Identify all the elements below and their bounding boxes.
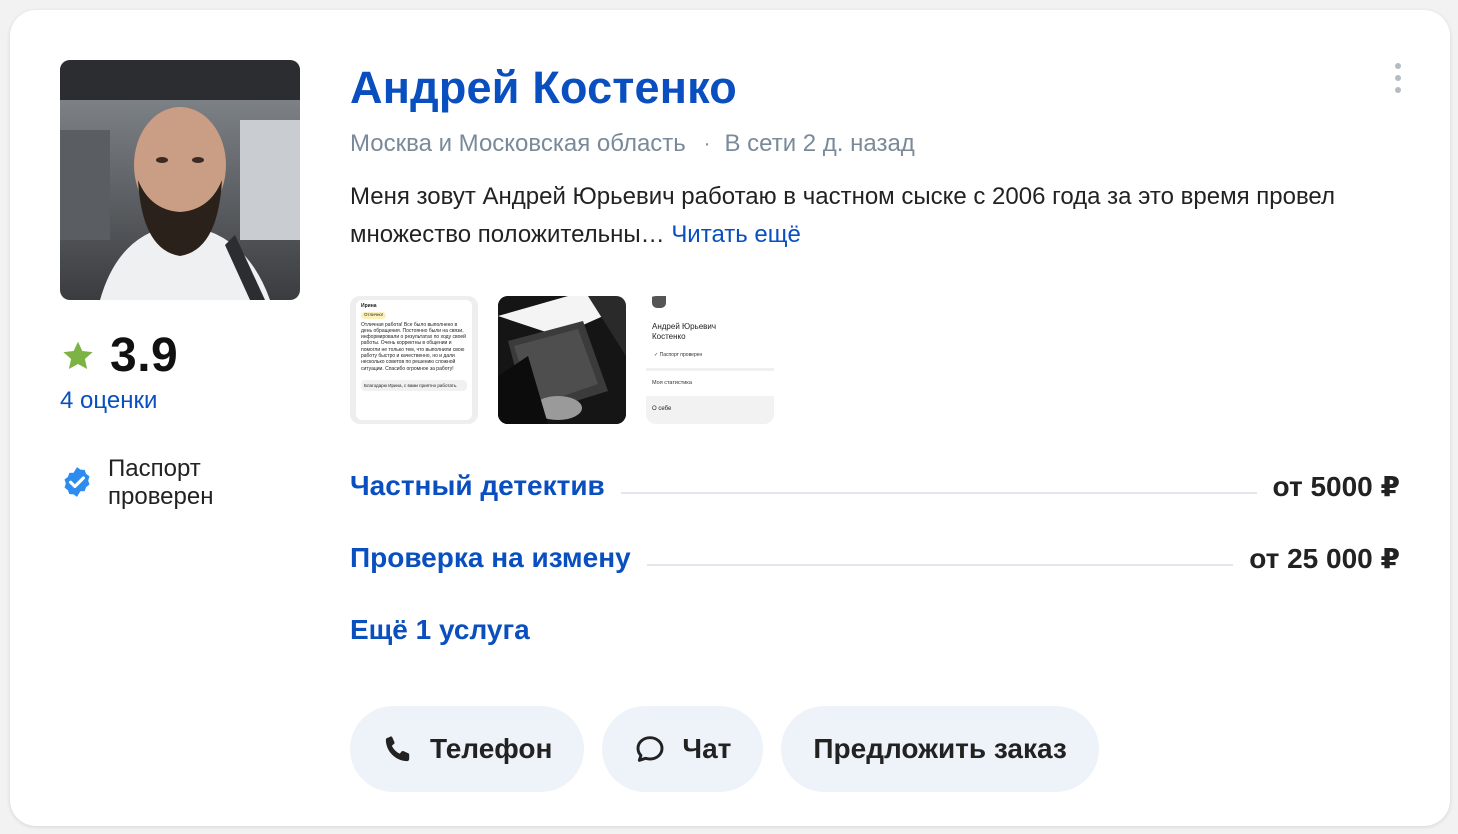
description-text: Меня зовут Андрей Юрьевич работаю в част… <box>350 183 1335 248</box>
gallery-thumb-profile[interactable]: Андрей Юрьевич Костенко ✓ Паспорт провер… <box>646 296 774 424</box>
offer-order-label: Предложить заказ <box>813 733 1067 764</box>
specialist-name[interactable]: Андрей Костенко <box>350 60 1400 116</box>
left-column: 3.9 4 оценки Паспорт проверен <box>60 60 300 511</box>
action-buttons: Телефон Чат Предложить заказ <box>350 706 1400 792</box>
thumb-profile-passport: Паспорт проверен <box>659 352 703 358</box>
read-more-link[interactable]: Читать ещё <box>671 221 801 248</box>
service-divider <box>646 564 1234 566</box>
reviews-link[interactable]: 4 оценки <box>60 387 300 415</box>
separator-dot: · <box>703 132 711 155</box>
service-title[interactable]: Проверка на измену <box>350 542 631 574</box>
thumb-review-text: Отличная работа! Все было выполнено в де… <box>361 321 466 372</box>
offer-order-button[interactable]: Предложить заказ <box>781 706 1099 792</box>
chat-button[interactable]: Чат <box>602 706 764 792</box>
thumb-profile-stats: Моя статистика <box>652 380 692 386</box>
thumb-profile-about: О себе <box>652 406 672 412</box>
thumb-review-badge: Отлично! <box>361 312 387 319</box>
passport-verified: Паспорт проверен <box>60 455 300 511</box>
passport-label: Паспорт проверен <box>108 455 214 510</box>
phone-button[interactable]: Телефон <box>350 706 585 792</box>
services-list: Частный детектив от 5000 ₽ Проверка на и… <box>350 450 1400 666</box>
gallery-thumb-laptop[interactable] <box>498 296 626 424</box>
thumb-review-name: Ирина <box>361 303 377 309</box>
online-status: В сети 2 д. назад <box>724 130 915 157</box>
service-price: от 25 000 ₽ <box>1249 542 1400 574</box>
profile-meta: Москва и Московская область · В сети 2 д… <box>350 130 1400 158</box>
verified-icon <box>64 467 90 497</box>
thumb-review-reply: Благодарю Ирина, с вами приятно работать… <box>361 379 467 392</box>
service-row[interactable]: Частный детектив от 5000 ₽ <box>350 450 1400 522</box>
photo-gallery: Ирина Отлично! Отличная работа! Все было… <box>350 296 1400 424</box>
avatar[interactable] <box>60 60 300 300</box>
gallery-thumb-review[interactable]: Ирина Отлично! Отличная работа! Все было… <box>350 296 478 424</box>
rating-value: 3.9 <box>110 329 179 382</box>
thumb-profile-name: Андрей Юрьевич Костенко <box>652 322 717 341</box>
star-icon <box>63 341 93 369</box>
service-title[interactable]: Частный детектив <box>350 470 605 502</box>
more-services-link[interactable]: Ещё 1 услуга <box>350 594 1400 666</box>
main-column: Андрей Костенко Москва и Московская обла… <box>350 60 1400 792</box>
location: Москва и Московская область <box>350 130 686 157</box>
chat-button-label: Чат <box>682 733 732 764</box>
phone-button-label: Телефон <box>430 733 553 764</box>
service-divider <box>620 492 1257 494</box>
rating: 3.9 <box>60 328 300 383</box>
service-price: от 5000 ₽ <box>1272 470 1400 502</box>
description: Меня зовут Андрей Юрьевич работаю в част… <box>350 178 1350 254</box>
specialist-card: 3.9 4 оценки Паспорт проверен Андрей Кос… <box>10 10 1450 826</box>
chat-icon <box>636 736 664 762</box>
service-row[interactable]: Проверка на измену от 25 000 ₽ <box>350 522 1400 594</box>
phone-icon <box>385 736 410 762</box>
